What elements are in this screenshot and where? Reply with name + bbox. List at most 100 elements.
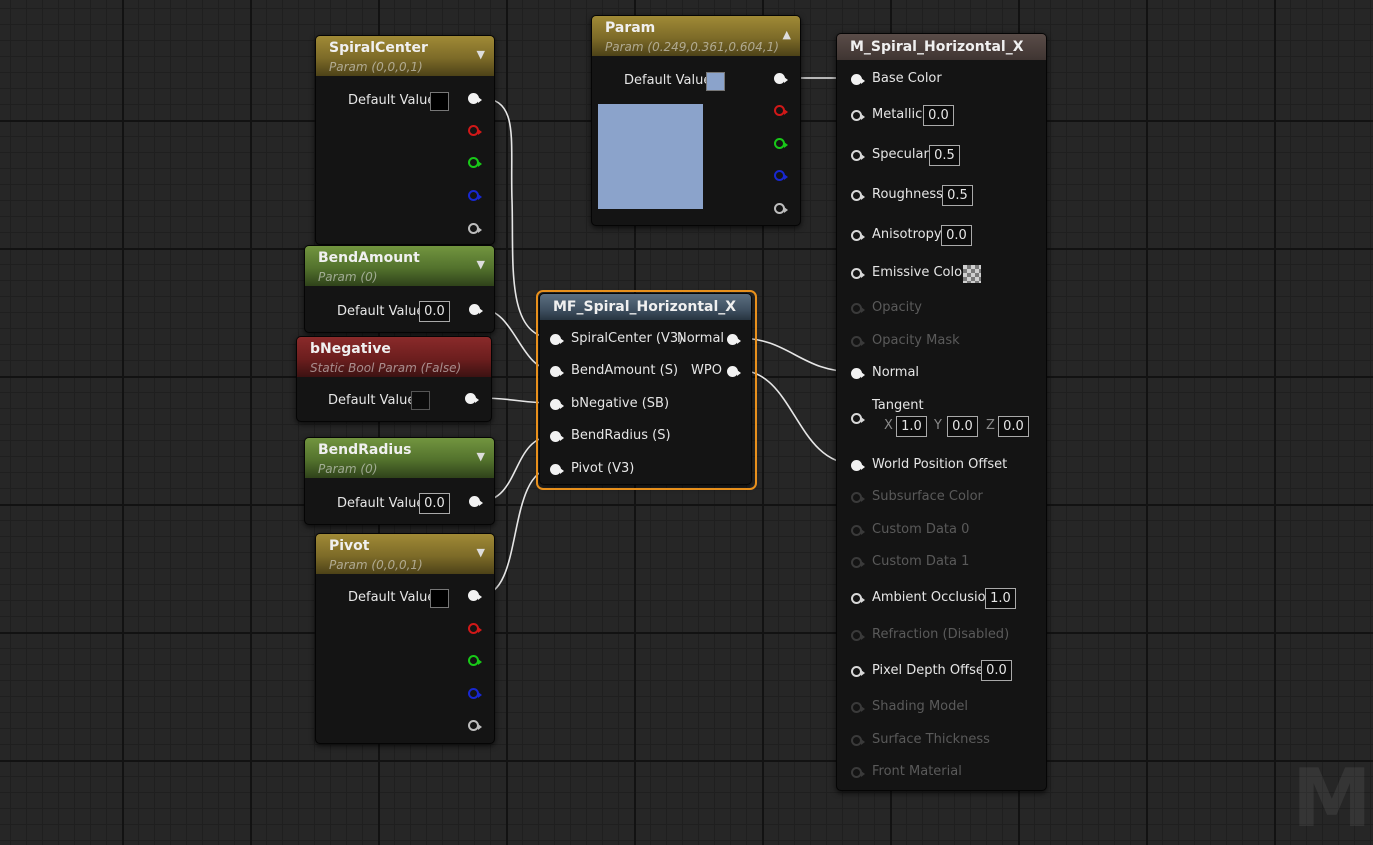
input-label: bNegative (SB) — [571, 396, 670, 411]
ao-pin[interactable] — [851, 593, 865, 604]
tangent-x-label: X — [884, 418, 893, 433]
wpo-output-pin[interactable] — [727, 366, 741, 377]
normal-pin[interactable] — [851, 368, 865, 379]
chevron-up-icon[interactable]: ▲ — [783, 28, 791, 41]
opacity-mask-pin — [851, 336, 865, 347]
bnegative-input-pin[interactable] — [550, 399, 564, 410]
anisotropy-value[interactable]: 0.0 — [941, 225, 972, 246]
node-header[interactable]: BendRadius Param (0) ▼ — [305, 438, 494, 478]
node-subtitle: Param (0,0,0,1) — [329, 558, 423, 572]
input-label: Surface Thickness — [872, 732, 990, 747]
default-value-label: Default Value — [624, 73, 712, 88]
front-material-pin — [851, 767, 865, 778]
tangent-x-value[interactable]: 1.0 — [896, 416, 927, 437]
roughness-pin[interactable] — [851, 190, 865, 201]
default-value-swatch[interactable] — [430, 589, 449, 608]
tangent-z-value[interactable]: 0.0 — [998, 416, 1029, 437]
input-label: Specular — [872, 147, 929, 162]
chevron-down-icon[interactable]: ▼ — [477, 48, 485, 61]
r-output-pin[interactable] — [468, 125, 482, 136]
b-negative-node[interactable]: bNegative Static Bool Param (False) Defa… — [296, 336, 492, 422]
g-output-pin[interactable] — [468, 655, 482, 666]
g-output-pin[interactable] — [468, 157, 482, 168]
tangent-pin[interactable] — [851, 413, 865, 424]
emissive-swatch[interactable] — [963, 265, 981, 283]
tangent-y-label: Y — [934, 418, 942, 433]
bend-radius-node[interactable]: BendRadius Param (0) ▼ Default Value 0.0 — [304, 437, 495, 525]
r-output-pin[interactable] — [774, 105, 788, 116]
node-header[interactable]: Pivot Param (0,0,0,1) ▼ — [316, 534, 494, 574]
node-header[interactable]: SpiralCenter Param (0,0,0,1) ▼ — [316, 36, 494, 76]
rgba-output-pin[interactable] — [468, 590, 482, 601]
ao-value[interactable]: 1.0 — [985, 588, 1016, 609]
default-value-swatch[interactable] — [706, 72, 725, 91]
default-value-field[interactable]: 0.0 — [419, 493, 450, 514]
base-color-pin[interactable] — [851, 74, 865, 85]
chevron-down-icon[interactable]: ▼ — [477, 258, 485, 271]
a-output-pin[interactable] — [774, 203, 788, 214]
normal-output-pin[interactable] — [727, 334, 741, 345]
roughness-value[interactable]: 0.5 — [942, 185, 973, 206]
input-label: Normal — [872, 365, 920, 380]
b-output-pin[interactable] — [774, 170, 788, 181]
emissive-pin[interactable] — [851, 268, 865, 279]
a-output-pin[interactable] — [468, 720, 482, 731]
rgba-output-pin[interactable] — [774, 73, 788, 84]
input-label: Base Color — [872, 71, 942, 86]
b-output-pin[interactable] — [468, 688, 482, 699]
chevron-down-icon[interactable]: ▼ — [477, 546, 485, 559]
g-output-pin[interactable] — [774, 138, 788, 149]
input-label: Roughness — [872, 187, 943, 202]
b-output-pin[interactable] — [468, 190, 482, 201]
wpo-pin[interactable] — [851, 460, 865, 471]
a-output-pin[interactable] — [468, 223, 482, 234]
spiral-center-node[interactable]: SpiralCenter Param (0,0,0,1) ▼ Default V… — [315, 35, 495, 245]
specular-pin[interactable] — [851, 150, 865, 161]
output-pin[interactable] — [465, 393, 479, 404]
shading-model-pin — [851, 702, 865, 713]
input-label: Custom Data 0 — [872, 522, 970, 537]
output-pin[interactable] — [469, 496, 483, 507]
node-header[interactable]: MF_Spiral_Horizontal_X — [540, 294, 751, 320]
node-header[interactable]: Param Param (0.249,0.361,0.604,1) ▲ — [592, 16, 800, 56]
metallic-value[interactable]: 0.0 — [923, 105, 954, 126]
output-label: Normal — [677, 331, 725, 346]
specular-value[interactable]: 0.5 — [929, 145, 960, 166]
refraction-pin — [851, 630, 865, 641]
function-call-node[interactable]: MF_Spiral_Horizontal_X SpiralCenter (V3)… — [539, 293, 752, 485]
default-value-swatch[interactable] — [430, 92, 449, 111]
pdo-value[interactable]: 0.0 — [981, 660, 1012, 681]
bendradius-input-pin[interactable] — [550, 431, 564, 442]
node-header[interactable]: BendAmount Param (0) ▼ — [305, 246, 494, 286]
default-value-checkbox[interactable] — [411, 391, 430, 410]
spiralcenter-input-pin[interactable] — [550, 334, 564, 345]
param-node[interactable]: Param Param (0.249,0.361,0.604,1) ▲ Defa… — [591, 15, 801, 226]
rgba-output-pin[interactable] — [468, 93, 482, 104]
input-label: SpiralCenter (V3) — [571, 331, 684, 346]
node-subtitle: Static Bool Param (False) — [310, 361, 462, 375]
node-header[interactable]: bNegative Static Bool Param (False) — [297, 337, 491, 377]
anisotropy-pin[interactable] — [851, 230, 865, 241]
node-title: BendRadius — [318, 442, 412, 458]
node-subtitle: Param (0) — [318, 270, 378, 284]
bendamount-input-pin[interactable] — [550, 366, 564, 377]
pdo-pin[interactable] — [851, 666, 865, 677]
material-result-node[interactable]: M_Spiral_Horizontal_X Base Color Metalli… — [836, 33, 1047, 791]
chevron-down-icon[interactable]: ▼ — [477, 450, 485, 463]
pivot-input-pin[interactable] — [550, 464, 564, 475]
default-value-label: Default Value — [337, 304, 425, 319]
bend-amount-node[interactable]: BendAmount Param (0) ▼ Default Value 0.0 — [304, 245, 495, 333]
node-title: MF_Spiral_Horizontal_X — [553, 299, 737, 315]
node-header[interactable]: M_Spiral_Horizontal_X — [837, 34, 1046, 60]
color-preview — [598, 104, 703, 209]
pivot-node[interactable]: Pivot Param (0,0,0,1) ▼ Default Value — [315, 533, 495, 744]
tangent-y-value[interactable]: 0.0 — [947, 416, 978, 437]
default-value-label: Default Value — [348, 590, 436, 605]
default-value-field[interactable]: 0.0 — [419, 301, 450, 322]
r-output-pin[interactable] — [468, 623, 482, 634]
input-label: Anisotropy — [872, 227, 942, 242]
input-label: Custom Data 1 — [872, 554, 970, 569]
default-value-label: Default Value — [348, 93, 436, 108]
metallic-pin[interactable] — [851, 110, 865, 121]
output-pin[interactable] — [469, 304, 483, 315]
